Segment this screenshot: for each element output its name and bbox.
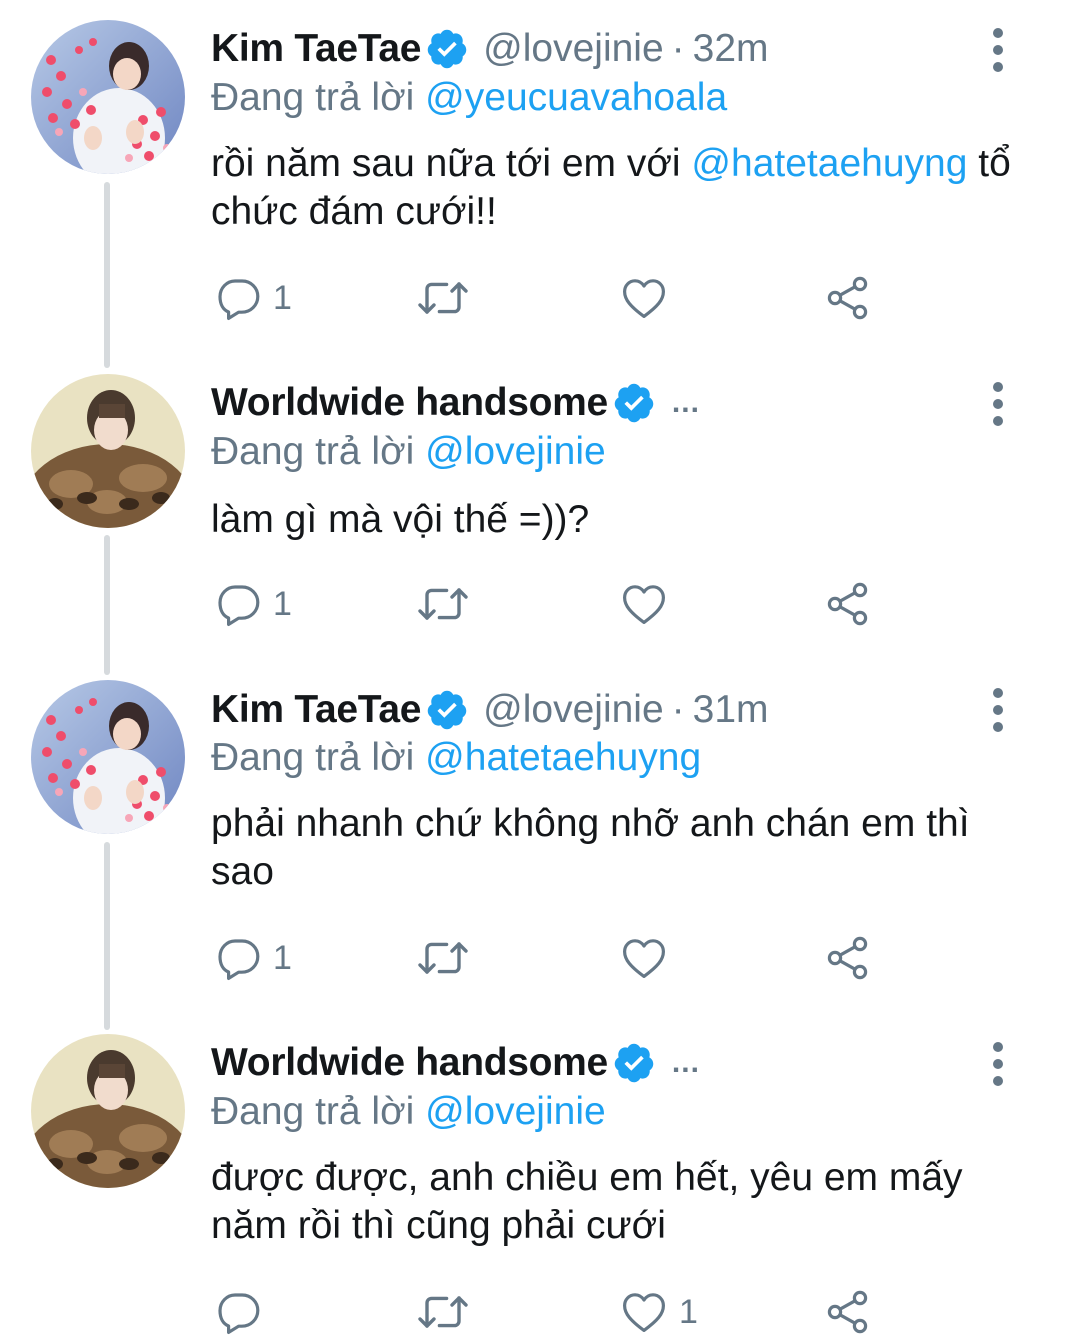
tweet-actions: 1 bbox=[211, 932, 911, 984]
tweet-actions: 1 bbox=[211, 1286, 911, 1338]
tweet-text: phải nhanh chứ không nhỡ anh chán em thì… bbox=[211, 802, 970, 893]
display-name[interactable]: Worldwide handsome bbox=[211, 1041, 608, 1085]
replying-to-mention[interactable]: @lovejinie bbox=[425, 1090, 606, 1133]
retweet-icon bbox=[418, 942, 468, 974]
heart-icon bbox=[623, 585, 665, 624]
verified-badge-icon bbox=[612, 1041, 656, 1085]
verified-badge-icon bbox=[425, 27, 469, 71]
timestamp[interactable]: 32m bbox=[693, 27, 769, 71]
tweet-actions: 1 bbox=[211, 578, 911, 630]
avatar[interactable] bbox=[31, 680, 185, 834]
reply-button[interactable]: 1 bbox=[215, 272, 292, 324]
separator: · bbox=[671, 27, 685, 70]
replying-to-mention[interactable]: @yeucuavahoala bbox=[425, 76, 727, 119]
display-name[interactable]: Worldwide handsome bbox=[211, 381, 608, 425]
reply-icon bbox=[218, 939, 260, 980]
tweet[interactable]: Worldwide handsome ... Đang trả lời @lov… bbox=[0, 1012, 1080, 1334]
reply-button[interactable] bbox=[215, 1286, 273, 1338]
separator: · bbox=[671, 688, 685, 731]
replying-to: Đang trả lời @lovejinie bbox=[211, 430, 606, 474]
tweet-text-part: rồi năm sau nữa tới em với bbox=[211, 142, 692, 185]
tweet[interactable]: Kim TaeTae @lovejinie · 32m Đang trả lời… bbox=[0, 0, 1080, 350]
reply-count: 1 bbox=[273, 938, 292, 977]
verified-badge-icon bbox=[612, 381, 656, 425]
handle-truncated: ... bbox=[671, 1046, 700, 1079]
replying-to-label: Đang trả lời bbox=[211, 736, 426, 779]
more-vertical-icon[interactable] bbox=[982, 688, 1014, 732]
retweet-icon bbox=[418, 282, 468, 314]
like-count: 1 bbox=[679, 1292, 698, 1331]
more-vertical-icon[interactable] bbox=[982, 28, 1014, 72]
display-name[interactable]: Kim TaeTae bbox=[211, 688, 421, 732]
handle[interactable]: @lovejinie bbox=[483, 27, 664, 71]
replying-to: Đang trả lời @lovejinie bbox=[211, 1090, 606, 1134]
reply-icon bbox=[218, 279, 260, 320]
replying-to-mention[interactable]: @hatetaehuyng bbox=[425, 736, 701, 779]
retweet-button[interactable] bbox=[415, 578, 471, 630]
reply-icon bbox=[218, 1293, 260, 1334]
reply-button[interactable]: 1 bbox=[215, 578, 292, 630]
replying-to-label: Đang trả lời bbox=[211, 76, 426, 119]
tweet-text: được được, anh chiều em hết, yêu em mấy … bbox=[211, 1156, 963, 1247]
avatar[interactable] bbox=[31, 1034, 185, 1188]
handle[interactable]: @lovejinie bbox=[483, 688, 664, 732]
retweet-button[interactable] bbox=[415, 932, 471, 984]
share-button[interactable] bbox=[823, 578, 873, 630]
handle-truncated: ... bbox=[671, 386, 700, 419]
retweet-icon bbox=[418, 588, 468, 620]
like-button[interactable] bbox=[619, 932, 679, 984]
tweet[interactable]: Kim TaeTae @lovejinie · 31m Đang trả lời… bbox=[0, 660, 1080, 1012]
share-button[interactable] bbox=[823, 1286, 873, 1338]
like-button[interactable] bbox=[619, 578, 679, 630]
heart-icon bbox=[623, 279, 665, 318]
replying-to-mention[interactable]: @lovejinie bbox=[425, 430, 606, 473]
tweet-text: làm gì mà vội thế =))? bbox=[211, 498, 590, 541]
share-icon bbox=[827, 936, 868, 980]
heart-icon bbox=[623, 939, 665, 978]
more-vertical-icon[interactable] bbox=[982, 1042, 1014, 1086]
tweet-header: Kim TaeTae @lovejinie · 31m bbox=[211, 685, 769, 735]
share-icon bbox=[827, 1290, 868, 1334]
heart-icon bbox=[623, 1293, 665, 1332]
retweet-button[interactable] bbox=[415, 272, 471, 324]
display-name[interactable]: Kim TaeTae bbox=[211, 27, 421, 71]
like-button[interactable]: 1 bbox=[619, 1286, 698, 1338]
like-button[interactable] bbox=[619, 272, 679, 324]
retweet-icon bbox=[418, 1296, 468, 1328]
replying-to-label: Đang trả lời bbox=[211, 1090, 426, 1133]
replying-to: Đang trả lời @yeucuavahoala bbox=[211, 76, 727, 120]
share-button[interactable] bbox=[823, 932, 873, 984]
more-vertical-icon[interactable] bbox=[982, 382, 1014, 426]
tweet-header: Worldwide handsome ... bbox=[211, 378, 700, 428]
replying-to-label: Đang trả lời bbox=[211, 430, 426, 473]
tweet-header: Worldwide handsome ... bbox=[211, 1038, 700, 1088]
tweet-header: Kim TaeTae @lovejinie · 32m bbox=[211, 24, 769, 74]
avatar[interactable] bbox=[31, 374, 185, 528]
tweet-text: rồi năm sau nữa tới em với @hatetaehuyng… bbox=[211, 140, 1041, 236]
reply-count: 1 bbox=[273, 584, 292, 623]
share-icon bbox=[827, 276, 868, 320]
verified-badge-icon bbox=[425, 688, 469, 732]
share-button[interactable] bbox=[823, 272, 873, 324]
reply-button[interactable]: 1 bbox=[215, 932, 292, 984]
replying-to: Đang trả lời @hatetaehuyng bbox=[211, 736, 701, 780]
tweet[interactable]: Worldwide handsome ... Đang trả lời @lov… bbox=[0, 350, 1080, 660]
retweet-button[interactable] bbox=[415, 1286, 471, 1338]
avatar[interactable] bbox=[31, 20, 185, 174]
timestamp[interactable]: 31m bbox=[693, 688, 769, 732]
tweet-actions: 1 bbox=[211, 272, 911, 324]
share-icon bbox=[827, 582, 868, 626]
reply-icon bbox=[218, 585, 260, 626]
reply-count: 1 bbox=[273, 278, 292, 317]
tweet-mention[interactable]: @hatetaehuyng bbox=[691, 142, 967, 185]
